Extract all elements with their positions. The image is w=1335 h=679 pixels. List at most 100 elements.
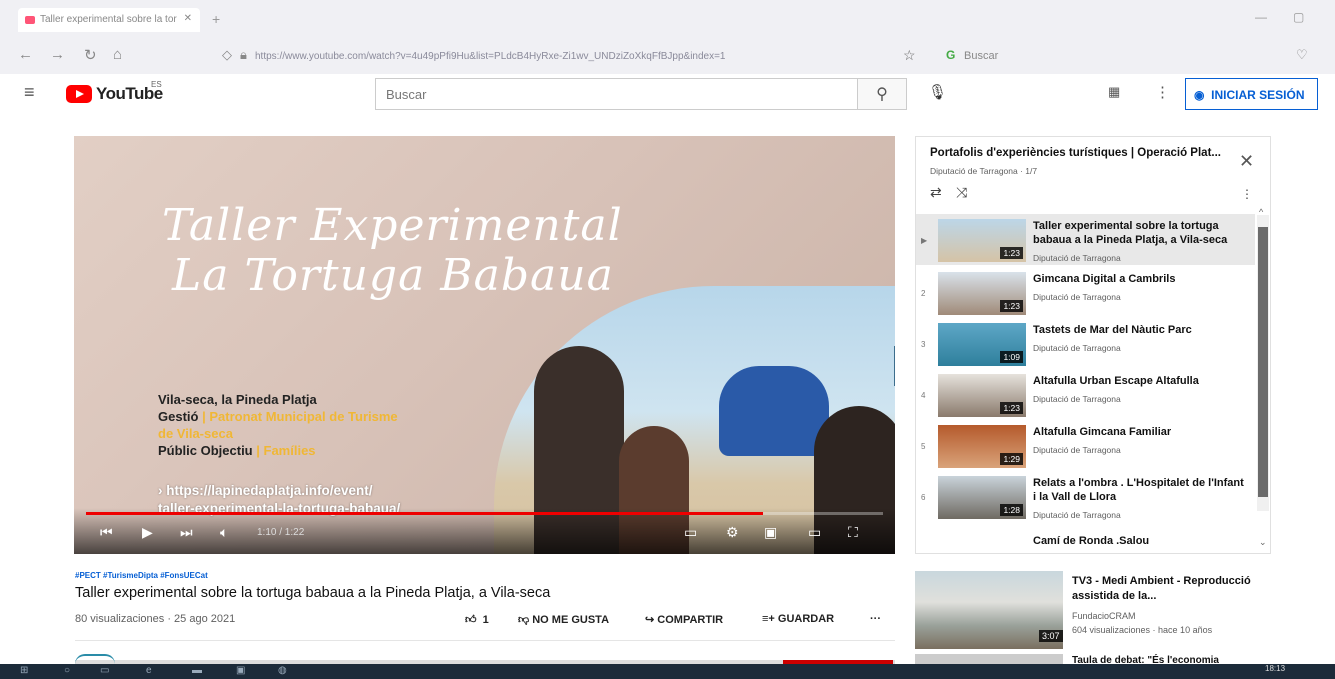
playlist-panel: Portafolis d'experiències turístiques | …	[915, 136, 1271, 554]
firefox-icon[interactable]: ◍	[278, 665, 287, 676]
fullscreen-icon[interactable]: ⛶	[848, 524, 858, 541]
volume-icon[interactable]: 🔈︎	[220, 524, 228, 541]
shuffle-icon[interactable]: ⤨	[956, 184, 967, 201]
subtitles-icon[interactable]: ▭	[684, 524, 697, 541]
playlist-item-channel: Diputació de Tarragona	[1033, 445, 1121, 455]
video-player[interactable]: Taller Experimental La Tortuga Babaua Vi…	[74, 136, 895, 554]
minimize-icon[interactable]: —	[1255, 10, 1267, 24]
url-field[interactable]: https://www.youtube.com/watch?v=4u49pPfi…	[255, 45, 890, 69]
playlist-item-channel: Diputació de Tarragona	[1033, 253, 1121, 263]
dislike-label: NO ME GUSTA	[532, 614, 610, 626]
search-input[interactable]: Buscar	[375, 78, 858, 110]
playlist-item[interactable]: 2 1:23 Gimcana Digital a Cambrils Diputa…	[916, 267, 1255, 318]
playlist-thumbnail: 1:23	[938, 374, 1026, 417]
overlay-info: Vila-seca, la Pineda Platja Gestió | Pat…	[158, 391, 478, 459]
shield-icon[interactable]: ◇	[222, 47, 232, 63]
add-to-playlist-icon: ≡+	[762, 613, 775, 625]
playlist-index: 2	[921, 289, 926, 298]
hamburger-menu-icon[interactable]: ≡	[24, 82, 35, 103]
search-engine-icon: G	[946, 48, 956, 62]
browser-tab[interactable]: Taller experimental sobre la tor ✕	[18, 8, 200, 32]
dislike-button[interactable]: 👎︎ NO ME GUSTA	[518, 613, 609, 626]
restore-icon[interactable]: ▢	[1293, 10, 1304, 24]
browser-tab-bar: Taller experimental sobre la tor ✕ + — ▢	[0, 0, 1335, 38]
next-icon[interactable]: ⏭	[180, 524, 193, 541]
settings-gear-icon[interactable]: ⚙	[726, 524, 739, 541]
playlist-index: 6	[921, 493, 926, 502]
close-icon[interactable]: ✕	[1239, 151, 1254, 172]
share-label: COMPARTIR	[657, 614, 724, 626]
search-button[interactable]: ⚲	[857, 78, 907, 110]
views-date: 80 visualizaciones · 25 ago 2021	[75, 613, 236, 625]
previous-icon[interactable]: ⏮	[100, 524, 113, 541]
like-button[interactable]: 👍︎ 1	[465, 613, 489, 626]
recommended-channel: FundacioCRAM	[1072, 611, 1136, 621]
home-icon[interactable]: ⌂	[113, 46, 122, 63]
playlist-item[interactable]: 6 1:28 Relats a l'ombra . L'Hospitalet d…	[916, 471, 1255, 522]
playlist-item[interactable]: ▶ 1:23 Taller experimental sobre la tort…	[916, 214, 1255, 265]
like-count: 1	[482, 614, 489, 626]
miniplayer-icon[interactable]: ▣	[764, 524, 777, 541]
save-button[interactable]: ≡+ GUARDAR	[762, 613, 834, 625]
playlist-item-title[interactable]: Camí de Ronda .Salou	[1033, 535, 1149, 547]
playlist-thumbnail: 1:28	[938, 476, 1026, 519]
loop-icon[interactable]: ⇄	[930, 184, 942, 201]
browser-search-input[interactable]: G Buscar	[940, 44, 1208, 68]
playlist-item-title: Relats a l'ombra . L'Hospitalet de l'Inf…	[1033, 477, 1244, 503]
playlist-item-channel: Diputació de Tarragona	[1033, 292, 1121, 302]
recommended-video[interactable]: 3:07 TV3 - Medi Ambient - Reproducció as…	[915, 571, 1271, 651]
duration: 1:09	[1000, 351, 1023, 363]
back-icon[interactable]: ←	[18, 46, 33, 63]
pocket-icon[interactable]: ♡	[1296, 47, 1308, 63]
clock: 18:13	[1265, 664, 1286, 673]
signin-button[interactable]: ◉ INICIAR SESIÓN	[1185, 78, 1318, 110]
playlist-item[interactable]: 5 1:29 Altafulla Gimcana Familiar Diputa…	[916, 420, 1255, 471]
forward-icon[interactable]: →	[50, 46, 65, 63]
more-options-icon[interactable]: ⋮	[1155, 83, 1170, 101]
playlist-scrollbar[interactable]	[1257, 215, 1269, 511]
playlist-thumbnail: 1:09	[938, 323, 1026, 366]
start-icon[interactable]: ⊞	[20, 665, 28, 676]
hashtags[interactable]: #PECT #TurismeDipta #FonsUECat	[75, 571, 208, 580]
theater-mode-icon[interactable]: ▭	[808, 524, 821, 541]
apps-grid-icon[interactable]: ▦	[1108, 84, 1120, 100]
search-icon[interactable]: ○	[64, 665, 70, 676]
youtube-header: ≡ YouTube ES Buscar ⚲ 🎙︎ ▦ ⋮ ◉ INICIAR S…	[0, 74, 1335, 114]
microphone-icon[interactable]: 🎙︎	[928, 83, 947, 101]
new-tab-icon[interactable]: +	[212, 11, 220, 27]
tab-close-icon[interactable]: ✕	[184, 13, 192, 24]
country-code: ES	[151, 80, 162, 89]
overlay-gestio-label: Gestió	[158, 409, 199, 424]
playlist-item-title: Taller experimental sobre la tortuga bab…	[1033, 220, 1228, 246]
scroll-down-icon[interactable]: ⌄	[1259, 537, 1267, 548]
task-view-icon[interactable]: ▭	[100, 665, 109, 676]
search-icon: ⚲	[876, 86, 888, 103]
bookmark-star-icon[interactable]: ☆	[903, 47, 916, 64]
overlay-public-label: Públic Objectiu	[158, 443, 253, 458]
channel-avatar[interactable]	[75, 654, 115, 664]
thumbs-down-icon: 👎︎	[518, 614, 530, 626]
playlist-item[interactable]: 4 1:23 Altafulla Urban Escape Altafulla …	[916, 369, 1255, 420]
recommended-thumbnail[interactable]	[915, 654, 1063, 664]
account-icon: ◉	[1194, 88, 1205, 102]
overlay-location: Vila-seca, la Pineda Platja	[158, 392, 317, 407]
folder-icon[interactable]: ▬	[192, 665, 202, 676]
reload-icon[interactable]: ↻	[84, 46, 97, 64]
progress-bar[interactable]	[86, 512, 883, 515]
playlist-title[interactable]: Portafolis d'experiències turístiques | …	[930, 147, 1230, 159]
progress-fill	[86, 512, 764, 515]
edge-icon[interactable]: e	[146, 665, 152, 676]
scroll-up-icon[interactable]: ^	[1259, 207, 1263, 217]
store-icon[interactable]: ▣	[236, 665, 245, 676]
divider	[75, 640, 895, 641]
playlist-more-icon[interactable]: ⋮	[1241, 187, 1253, 201]
youtube-logo[interactable]: YouTube ES	[66, 80, 176, 106]
playlist-item[interactable]: 3 1:09 Tastets de Mar del Nàutic Parc Di…	[916, 318, 1255, 369]
scrollbar-thumb[interactable]	[1258, 227, 1268, 497]
share-button[interactable]: ↪ COMPARTIR	[645, 613, 723, 626]
more-actions-button[interactable]: ···	[870, 613, 881, 625]
playlist-item-channel: Diputació de Tarragona	[1033, 510, 1121, 520]
lock-icon[interactable]: 🔒︎	[240, 47, 247, 63]
play-icon[interactable]: ▶	[142, 524, 153, 541]
browser-address-bar: ← → ↻ ⌂ ◇ 🔒︎ https://www.youtube.com/wat…	[0, 38, 1335, 74]
